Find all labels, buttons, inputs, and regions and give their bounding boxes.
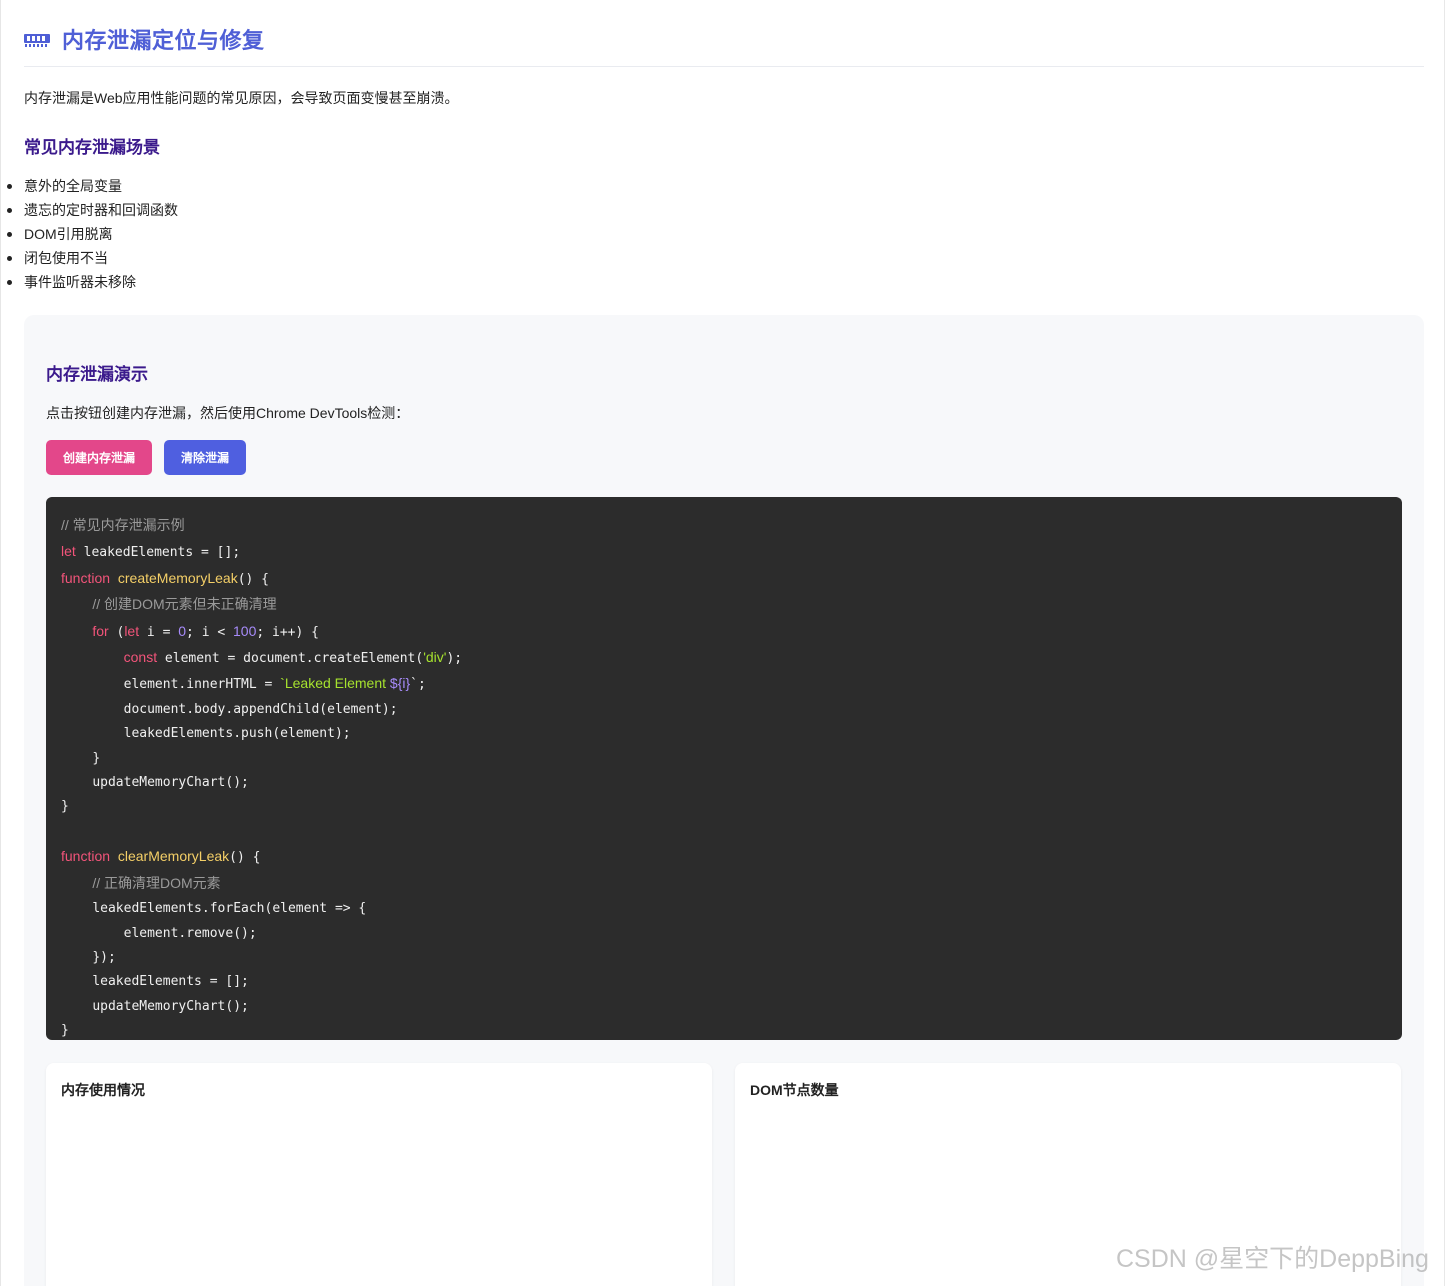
scenario-item: 闭包使用不当 — [7, 246, 178, 270]
code-text: leakedElements = []; — [92, 974, 249, 990]
code-function-name: createMemoryLeak — [117, 569, 238, 586]
page: 内存泄漏定位与修复 内存泄漏是Web应用性能问题的常见原因，会导致页面变慢甚至崩… — [0, 0, 1447, 1286]
scenario-list: 意外的全局变量 遗忘的定时器和回调函数 DOM引用脱离 闭包使用不当 事件监听器… — [7, 174, 178, 294]
memory-chart-canvas — [61, 1113, 697, 1286]
code-keyword: for — [92, 622, 109, 639]
demo-panel: 内存泄漏演示 点击按钮创建内存泄漏，然后使用Chrome DevTools检测：… — [24, 315, 1424, 1286]
code-keyword: let — [61, 543, 76, 560]
code-string: `Leaked Element — [280, 675, 390, 692]
intro-text: 内存泄漏是Web应用性能问题的常见原因，会导致页面变慢甚至崩溃。 — [24, 90, 459, 106]
code-text: () { — [237, 571, 270, 587]
dom-chart-title: DOM节点数量 — [750, 1082, 839, 1098]
code-number: 100 — [233, 622, 257, 639]
code-text: updateMemoryChart(); — [92, 775, 249, 791]
code-text: () { — [229, 850, 261, 866]
code-comment: // 常见内存泄漏示例 — [61, 517, 185, 533]
code-template-var: ${i} — [389, 675, 411, 692]
left-border — [0, 0, 1, 1286]
code-text: i = — [139, 624, 179, 640]
code-comment: // 创建DOM元素但未正确清理 — [92, 596, 277, 613]
code-keyword: const — [123, 649, 158, 666]
clear-leak-button[interactable]: 清除泄漏 — [164, 440, 246, 475]
memory-chart-card: 内存使用情况 — [46, 1063, 712, 1286]
memory-chart-title: 内存使用情况 — [61, 1082, 145, 1098]
code-text: } — [92, 750, 101, 766]
watermark: CSDN @星空下的DeppBing — [1116, 1245, 1429, 1273]
code-text: element.innerHTML = — [123, 677, 281, 693]
scenario-item: DOM引用脱离 — [7, 222, 178, 246]
code-keyword: let — [124, 622, 140, 639]
code-block: // 常见内存泄漏示例 let leakedElements = []; fun… — [46, 497, 1402, 1040]
code-text: ( — [108, 624, 125, 640]
code-function-name: clearMemoryLeak — [117, 848, 230, 865]
code-text: } — [61, 799, 69, 815]
code-content: // 常见内存泄漏示例 let leakedElements = []; fun… — [61, 513, 462, 1044]
code-number: 0 — [178, 622, 187, 639]
memory-chip-icon — [24, 31, 50, 49]
code-text: element.remove(); — [123, 925, 257, 941]
code-text: ; i++) { — [256, 624, 319, 640]
demo-description: 点击按钮创建内存泄漏，然后使用Chrome DevTools检测： — [46, 405, 410, 421]
code-keyword: function — [61, 569, 111, 586]
page-title: 内存泄漏定位与修复 — [62, 28, 265, 53]
demo-title: 内存泄漏演示 — [46, 365, 148, 384]
create-leak-button[interactable]: 创建内存泄漏 — [46, 440, 152, 475]
code-text: ); — [446, 651, 463, 667]
scenarios-heading: 常见内存泄漏场景 — [24, 138, 160, 157]
code-text: leakedElements.forEach(element => { — [92, 901, 367, 917]
right-border — [1444, 0, 1445, 1286]
code-text: document.body.appendChild(element); — [123, 701, 398, 717]
code-text: }); — [92, 949, 116, 965]
code-text: updateMemoryChart(); — [92, 998, 249, 1014]
code-string: 'div' — [423, 649, 447, 666]
scenario-item: 意外的全局变量 — [7, 174, 178, 198]
code-text: leakedElements.push(element); — [123, 726, 351, 742]
scenario-item: 遗忘的定时器和回调函数 — [7, 198, 178, 222]
scenario-item: 事件监听器未移除 — [7, 270, 178, 294]
code-keyword: function — [61, 848, 111, 865]
code-comment: // 正确清理DOM元素 — [92, 874, 221, 891]
code-text: ; i < — [186, 624, 234, 640]
code-text: element = document.createElement( — [157, 651, 424, 667]
code-text: `; — [410, 677, 426, 693]
title-row: 内存泄漏定位与修复 — [24, 26, 1424, 67]
code-text: leakedElements = []; — [75, 545, 241, 561]
code-text: } — [61, 1023, 69, 1039]
